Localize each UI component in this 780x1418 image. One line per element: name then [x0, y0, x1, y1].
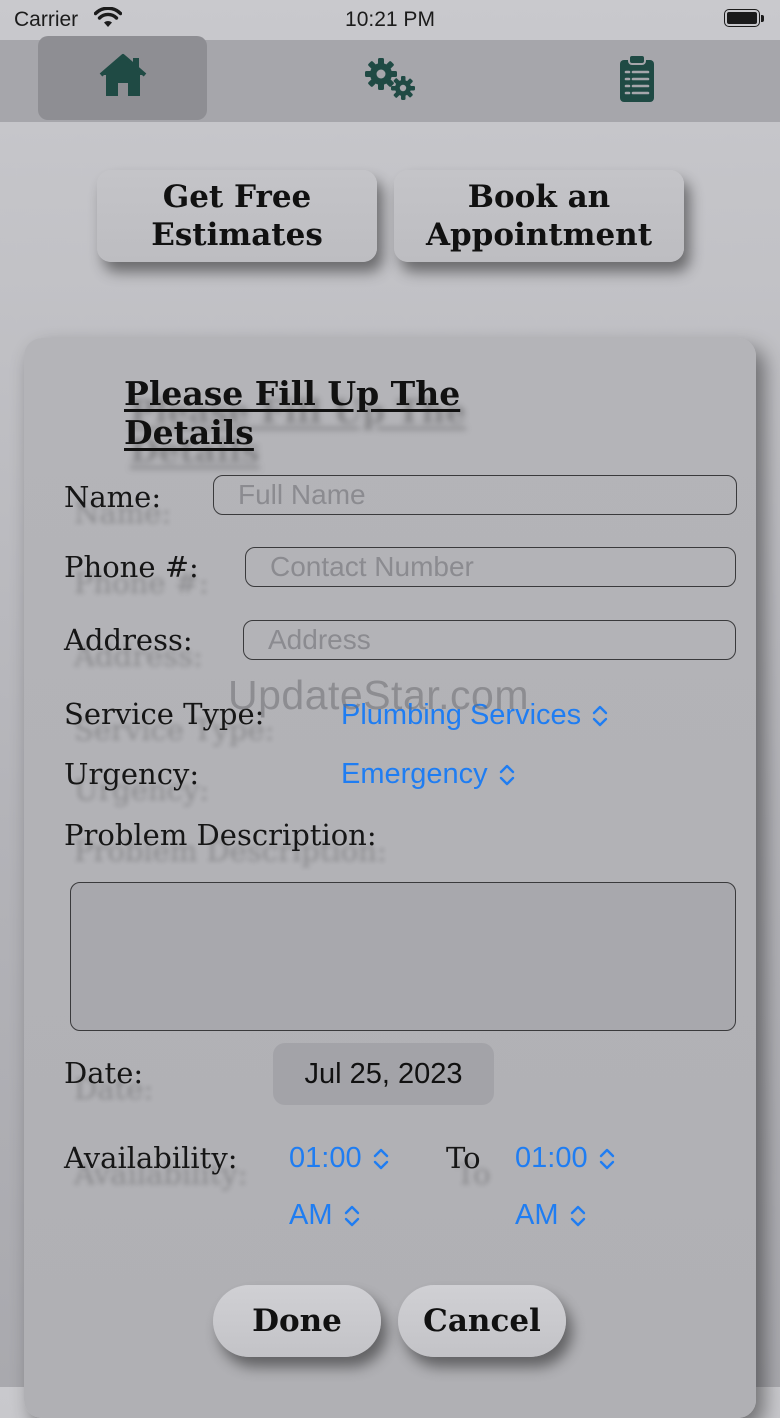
tab-settings[interactable] — [330, 40, 450, 122]
top-tab-bar — [0, 36, 780, 122]
chevron-up-down-icon — [499, 764, 514, 785]
chevron-up-down-icon — [570, 1205, 585, 1226]
problem-description-input[interactable] — [70, 882, 736, 1031]
urgency-value: Emergency — [341, 758, 488, 790]
name-label: Name: — [64, 480, 162, 514]
from-time-value: 01:00 — [289, 1142, 362, 1174]
from-period-value: AM — [289, 1199, 333, 1231]
book-appointment-label: Book an Appointment — [425, 179, 653, 253]
to-label: To — [446, 1141, 481, 1175]
cancel-button[interactable]: Cancel — [398, 1285, 566, 1357]
status-bar: Carrier 10:21 PM — [0, 0, 780, 40]
problem-description-label: Problem Description: — [64, 818, 377, 852]
from-time-picker[interactable]: 01:00 — [289, 1142, 390, 1175]
chevron-up-down-icon — [599, 1148, 614, 1169]
contact-number-input[interactable] — [245, 547, 736, 587]
date-picker[interactable]: Jul 25, 2023 — [273, 1043, 494, 1105]
watermark: UpdateStar.com — [228, 672, 529, 718]
date-label: Date: — [64, 1056, 144, 1090]
done-label: Done — [252, 1303, 342, 1339]
get-free-estimates-label: Get Free Estimates — [151, 179, 323, 253]
chevron-up-down-icon — [344, 1205, 359, 1226]
cancel-label: Cancel — [423, 1303, 541, 1339]
to-period-value: AM — [515, 1199, 559, 1231]
gears-icon — [361, 56, 419, 107]
to-period-picker[interactable]: AM — [515, 1199, 587, 1232]
to-time-value: 01:00 — [515, 1142, 588, 1174]
done-button[interactable]: Done — [213, 1285, 381, 1357]
to-time-picker[interactable]: 01:00 — [515, 1142, 616, 1175]
book-appointment-button[interactable]: Book an Appointment — [394, 170, 684, 262]
tab-clipboard[interactable] — [577, 40, 697, 122]
urgency-label: Urgency: — [64, 757, 200, 791]
from-period-picker[interactable]: AM — [289, 1199, 361, 1232]
urgency-picker[interactable]: Emergency — [341, 758, 516, 791]
address-label: Address: — [64, 623, 193, 657]
full-name-input[interactable] — [213, 475, 737, 515]
chevron-up-down-icon — [373, 1148, 388, 1169]
clipboard-icon — [618, 53, 656, 109]
get-free-estimates-button[interactable]: Get Free Estimates — [97, 170, 377, 262]
phone-label: Phone #: — [64, 550, 199, 584]
clock-time: 10:21 PM — [345, 8, 435, 31]
chevron-up-down-icon — [592, 705, 608, 726]
form-title: Please Fill Up The Details — [124, 374, 461, 452]
battery-icon — [724, 9, 764, 29]
address-input[interactable] — [243, 620, 736, 660]
home-icon — [98, 53, 148, 104]
availability-label: Availability: — [64, 1141, 238, 1175]
date-value: Jul 25, 2023 — [304, 1057, 463, 1090]
tab-home[interactable] — [38, 36, 207, 120]
